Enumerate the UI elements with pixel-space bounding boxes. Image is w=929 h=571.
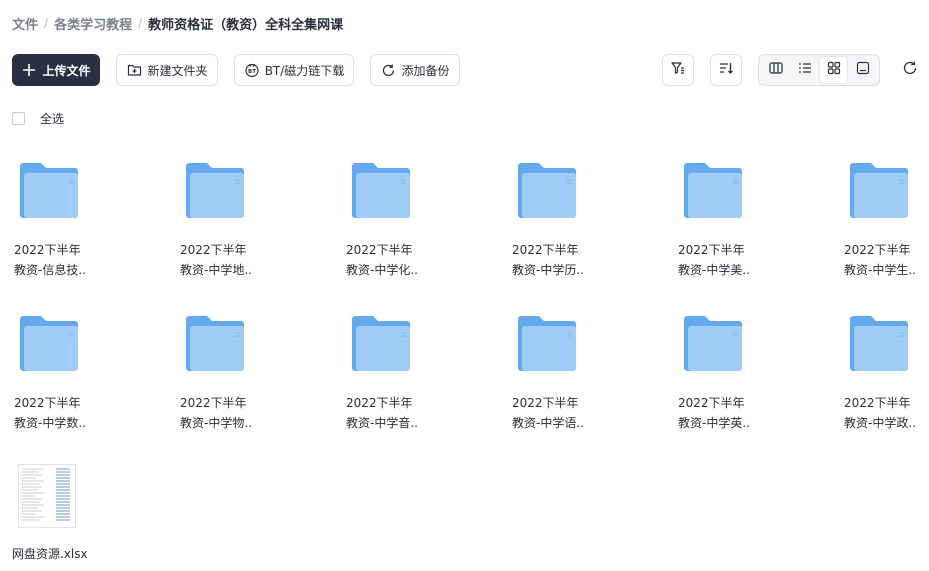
folder-name-line1: 2022下半年 (14, 396, 81, 410)
folder-icon (352, 163, 410, 218)
folder-icon (518, 316, 576, 371)
add-backup-button-label: 添加备份 (401, 63, 450, 78)
spreadsheet-thumbnail-icon (18, 464, 76, 528)
folder-item[interactable]: 2022下半年 教资-中学历.. (510, 150, 630, 280)
file-name: 网盘资源.xlsx (12, 547, 88, 561)
upload-button[interactable]: 上传文件 (12, 54, 100, 86)
folder-icon (850, 163, 908, 218)
view-grid-option[interactable] (820, 57, 847, 83)
folder-icon (684, 163, 742, 218)
folder-name-line1: 2022下半年 (678, 243, 745, 257)
folder-name-line1: 2022下半年 (14, 243, 81, 257)
refresh-button[interactable] (898, 54, 922, 86)
folder-name-line2: 教资-中学物.. (180, 416, 252, 430)
folder-item[interactable]: 2022下半年 教资-中学生.. (842, 150, 929, 280)
folder-name-line1: 2022下半年 (512, 243, 579, 257)
folder-icon (186, 163, 244, 218)
folder-name-line1: 2022下半年 (844, 396, 911, 410)
folder-name-line2: 教资-中学英.. (678, 416, 750, 430)
columns-icon (768, 60, 784, 80)
svg-text:BT: BT (248, 69, 256, 75)
folder-item[interactable]: 2022下半年 教资-中学物.. (178, 303, 298, 433)
folder-icon (684, 316, 742, 371)
folder-name-line1: 2022下半年 (512, 396, 579, 410)
folder-plus-icon (126, 62, 142, 78)
bt-download-button[interactable]: BT BT/磁力链下载 (234, 54, 354, 86)
folder-item[interactable]: 2022下半年 教资-中学美.. (676, 150, 796, 280)
folder-icon (20, 163, 78, 218)
breadcrumb-current: 教师资格证（教资）全科全集网课 (148, 17, 344, 33)
folder-icon (186, 316, 244, 371)
folder-icon (518, 163, 576, 218)
filter-button[interactable] (662, 54, 694, 86)
folder-item[interactable]: 2022下半年 教资-中学政.. (842, 303, 929, 433)
preview-icon (855, 60, 871, 80)
breadcrumb: 文件 / 各类学习教程 / 教师资格证（教资）全科全集网课 (12, 13, 343, 33)
folder-name-line1: 2022下半年 (346, 396, 413, 410)
folder-name-line2: 教资-中学音.. (346, 416, 418, 430)
new-folder-button-label: 新建文件夹 (147, 63, 208, 78)
bt-icon: BT (244, 62, 260, 78)
filter-icon (670, 60, 686, 80)
sort-button[interactable] (710, 54, 742, 86)
grid-icon (826, 60, 842, 80)
folder-name-line2: 教资-中学语.. (512, 416, 584, 430)
view-list-option[interactable] (791, 57, 818, 83)
folder-name-line1: 2022下半年 (844, 243, 911, 257)
folder-icon (352, 316, 410, 371)
folder-name-line2: 教资-信息技.. (14, 263, 86, 277)
folder-name-line2: 教资-中学数.. (14, 416, 86, 430)
new-folder-button[interactable]: 新建文件夹 (116, 54, 218, 86)
upload-button-label: 上传文件 (42, 63, 91, 78)
sync-icon (380, 62, 396, 78)
file-item[interactable]: 网盘资源.xlsx (12, 456, 132, 568)
folder-name-line1: 2022下半年 (180, 243, 247, 257)
view-mode-group (758, 54, 880, 86)
breadcrumb-parent[interactable]: 各类学习教程 (54, 14, 132, 33)
sort-icon (718, 60, 734, 80)
toolbar: 上传文件 新建文件夹 BT BT/磁力链下载 添加备份 (12, 54, 922, 86)
select-all-checkbox[interactable] (12, 111, 25, 125)
folder-icon (20, 316, 78, 371)
select-all-label: 全选 (40, 111, 65, 126)
folder-name-line2: 教资-中学化.. (346, 263, 418, 277)
folder-name-line2: 教资-中学历.. (512, 263, 584, 277)
list-icon (797, 60, 813, 80)
folder-item[interactable]: 2022下半年 教资-中学英.. (676, 303, 796, 433)
folder-name-line1: 2022下半年 (180, 396, 247, 410)
folder-item[interactable]: 2022下半年 教资-中学语.. (510, 303, 630, 433)
folder-icon (850, 316, 908, 371)
folder-name-line1: 2022下半年 (678, 396, 745, 410)
plus-icon (21, 62, 37, 78)
view-columns-option[interactable] (762, 57, 789, 83)
folder-item[interactable]: 2022下半年 教资-信息技.. (12, 150, 132, 280)
breadcrumb-separator: / (138, 16, 143, 30)
folder-name-line2: 教资-中学地.. (180, 263, 252, 277)
folder-item[interactable]: 2022下半年 教资-中学音.. (344, 303, 464, 433)
breadcrumb-separator: / (44, 16, 49, 30)
folder-name-line2: 教资-中学政.. (844, 416, 916, 430)
folder-name-line2: 教资-中学生.. (844, 263, 916, 277)
breadcrumb-root[interactable]: 文件 (12, 14, 38, 33)
folder-name-line2: 教资-中学美.. (678, 263, 750, 277)
folder-item[interactable]: 2022下半年 教资-中学化.. (344, 150, 464, 280)
folder-name-line1: 2022下半年 (346, 243, 413, 257)
folder-item[interactable]: 2022下半年 教资-中学数.. (12, 303, 132, 433)
view-preview-option[interactable] (849, 57, 876, 83)
add-backup-button[interactable]: 添加备份 (370, 54, 460, 86)
folder-item[interactable]: 2022下半年 教资-中学地.. (178, 150, 298, 280)
refresh-icon (902, 60, 918, 80)
bt-download-button-label: BT/磁力链下载 (264, 63, 345, 78)
select-all-row: 全选 (12, 110, 64, 126)
